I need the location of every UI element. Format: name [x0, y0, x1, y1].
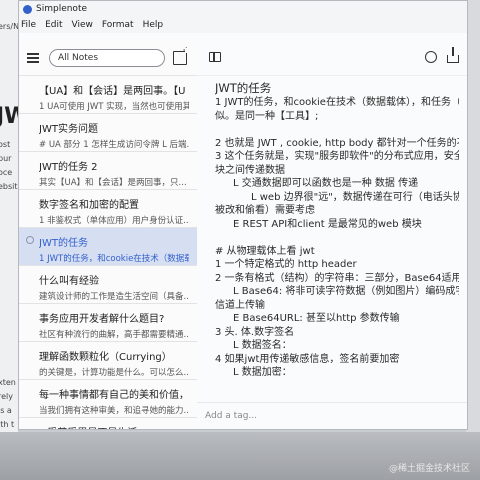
- tag-input[interactable]: Add a tag...: [197, 402, 467, 429]
- note-list-item[interactable]: JWT的任务 1 JWT的任务，和cookie在技术（数据载...: [19, 228, 197, 266]
- note-list-item[interactable]: 事务应用开发者解什么题目? 社区有种流行的曲解，高手都需要精通...: [19, 304, 197, 342]
- note-title: 每一种事情都有自己的美和价值，: [39, 390, 189, 401]
- menu-icon[interactable]: [27, 53, 41, 63]
- editor-line: 3 头. 体.数字签名: [215, 326, 295, 338]
- note-excerpt: 1 非鉴权式（单体应用）用户身份认证...: [39, 216, 189, 226]
- background-text: ebsit: [0, 182, 18, 191]
- note-title: 什么叫有经验: [39, 276, 99, 287]
- note-excerpt: 1 UA可使用 JWT 实现，当然也可使用其他...: [39, 102, 189, 112]
- background-text: oce: [0, 168, 13, 177]
- note-excerpt: 1 JWT的任务，和cookie在技术（数据载...: [39, 254, 189, 264]
- editor-line: 1 一个特定格式的 http header: [215, 259, 357, 270]
- note-title: 事务应用开发者解什么题目?: [39, 314, 165, 325]
- menu-view[interactable]: View: [72, 20, 93, 30]
- editor-line: 块之间传递数据: [215, 164, 285, 176]
- tag-placeholder: Add a tag...: [205, 411, 258, 421]
- search-input[interactable]: All Notes: [49, 49, 165, 67]
- sidebar-toolbar: All Notes +: [19, 41, 197, 76]
- editor-line: L 交通数据即可以函数也是一种 数据 传递: [233, 178, 419, 189]
- editor-line: JWT的任务: [215, 81, 272, 95]
- editor-line: 信道上传输: [215, 299, 265, 311]
- note-excerpt: # UA 部分 1 怎样生成访问令牌 L 后端...: [39, 140, 189, 150]
- note-editor: JWT的任务 1 JWT的任务，和cookie在技术（数据载体），和任务（UA）层…: [197, 41, 467, 429]
- note-title: JWT的任务 2: [39, 162, 98, 173]
- note-title: JWT实务问题: [39, 124, 98, 135]
- note-title: JWT的任务: [39, 238, 88, 249]
- note-title: 理解函数颗粒化（Currying）: [39, 352, 172, 363]
- note-list-item[interactable]: 什么叫有经验建筑设计师的工作是造生活空间（具备...: [19, 266, 197, 304]
- history-icon[interactable]: [425, 51, 437, 63]
- title-bar: Simplenote: [19, 1, 467, 17]
- toggle-sidebar-icon[interactable]: [209, 52, 221, 62]
- background-text: ost: [0, 140, 11, 149]
- share-icon[interactable]: [447, 47, 459, 63]
- menu-format[interactable]: Format: [102, 20, 134, 30]
- editor-line: # 从物理载体上看 jwt: [215, 245, 315, 257]
- editor-line: L web 边界很"远"，数据传递在可行（电话头协议）和安全: [251, 191, 459, 203]
- background-right-edge: [466, 0, 480, 432]
- background-text: ls a: [0, 406, 12, 415]
- editor-line: 2 也就是 JWT , cookie, http body 都针对一个任务的不同…: [215, 137, 459, 149]
- watermark: @稀土掘金技术社区: [388, 464, 470, 474]
- search-placeholder: All Notes: [58, 53, 99, 63]
- note-excerpt: 的关键是，计算功能是什么。可以怎么...: [39, 368, 189, 378]
- background-text: rely: [0, 392, 13, 401]
- editor-line: 被改和偷看）需要考虑: [215, 205, 315, 216]
- editor-content[interactable]: JWT的任务 1 JWT的任务，和cookie在技术（数据载体），和任务（UA）层…: [215, 81, 459, 403]
- menu-help[interactable]: Help: [143, 20, 164, 30]
- note-excerpt: 建筑设计师的工作是造生活空间（具备...: [39, 292, 189, 302]
- menu-file[interactable]: File: [21, 20, 36, 30]
- editor-line: 似。是同一种【工具】;: [215, 110, 319, 122]
- editor-toolbar: [197, 41, 467, 76]
- editor-line: 2 一条有格式（结构）的字符串：三部分，Base64适用于web: [215, 272, 459, 284]
- editor-line: E REST API和client 是最常见的web 模块: [233, 218, 422, 230]
- note-list-item[interactable]: 每一种事情都有自己的美和价值， 当我们拥有这种审美，和追寻她的能力...: [19, 380, 197, 418]
- note-title: 数字签名和加密的配置: [39, 200, 139, 211]
- simplenote-window: Simplenote File Edit View Format Help Al…: [18, 0, 468, 430]
- editor-line: 4 如果jwt用传递敏感信息，签名前要加密: [215, 353, 400, 365]
- note-list-item[interactable]: JWT的任务 2 其实【UA】和【会话】是两回事，只...: [19, 152, 197, 190]
- note-title: 【UA】和【会话】是两回事。【U: [39, 86, 186, 97]
- background-browser-strip: ers/N JW ost pur oce ebsit xten rely ls …: [0, 0, 28, 480]
- background-text: xten: [0, 378, 16, 387]
- note-list: 【UA】和【会话】是两回事。【U 1 UA可使用 JWT 实现，当然也可使用其他.…: [19, 76, 197, 429]
- simplenote-logo-icon: [23, 4, 32, 14]
- editor-line: E Base64URL: 甚至以http 参数传输: [233, 313, 400, 324]
- window-title: Simplenote: [36, 4, 88, 14]
- new-note-icon[interactable]: +: [173, 47, 190, 65]
- note-title: #受苦受累是不是生活#: [39, 424, 189, 429]
- editor-line: L 数据签名：: [233, 340, 292, 351]
- editor-line: 3 这个任务就是，实现"服务即软件"的分布式应用，安全可靠的在w: [215, 151, 459, 162]
- menu-edit[interactable]: Edit: [45, 20, 62, 30]
- note-list-item[interactable]: 【UA】和【会话】是两回事。【U 1 UA可使用 JWT 实现，当然也可使用其他.…: [19, 76, 197, 114]
- editor-line: 1 JWT的任务，和cookie在技术（数据载体），和任务（UA）层面有: [215, 97, 459, 108]
- note-list-item[interactable]: #受苦受累是不是生活##成就人类生活会生活？ 其实这就是...: [19, 418, 197, 429]
- background-text: pur: [0, 154, 12, 163]
- background-text: ers/N: [0, 22, 20, 31]
- editor-line: L 数据加密：: [233, 367, 292, 378]
- note-excerpt: 社区有种流行的曲解，高手都需要精通...: [39, 330, 189, 340]
- note-excerpt: 其实【UA】和【会话】是两回事，只...: [39, 178, 187, 188]
- note-list-item[interactable]: JWT实务问题 # UA 部分 1 怎样生成访问令牌 L 后端...: [19, 114, 197, 152]
- menu-bar: File Edit View Format Help: [19, 17, 467, 33]
- note-excerpt: 当我们拥有这种审美，和追寻她的能力...: [39, 406, 189, 416]
- editor-line: L Base64: 将非可读字符数据（例如图片）编码成字符数据，在: [233, 286, 459, 297]
- note-list-item[interactable]: 数字签名和加密的配置 1 非鉴权式（单体应用）用户身份认证...: [19, 190, 197, 228]
- notes-sidebar: All Notes + 【UA】和【会话】是两回事。【U 1 UA可使用 JWT …: [19, 41, 198, 429]
- background-text: ith t: [0, 420, 15, 429]
- pin-icon[interactable]: [26, 236, 34, 244]
- note-list-item[interactable]: 理解函数颗粒化（Currying） 的关键是，计算功能是什么。可以怎么...: [19, 342, 197, 380]
